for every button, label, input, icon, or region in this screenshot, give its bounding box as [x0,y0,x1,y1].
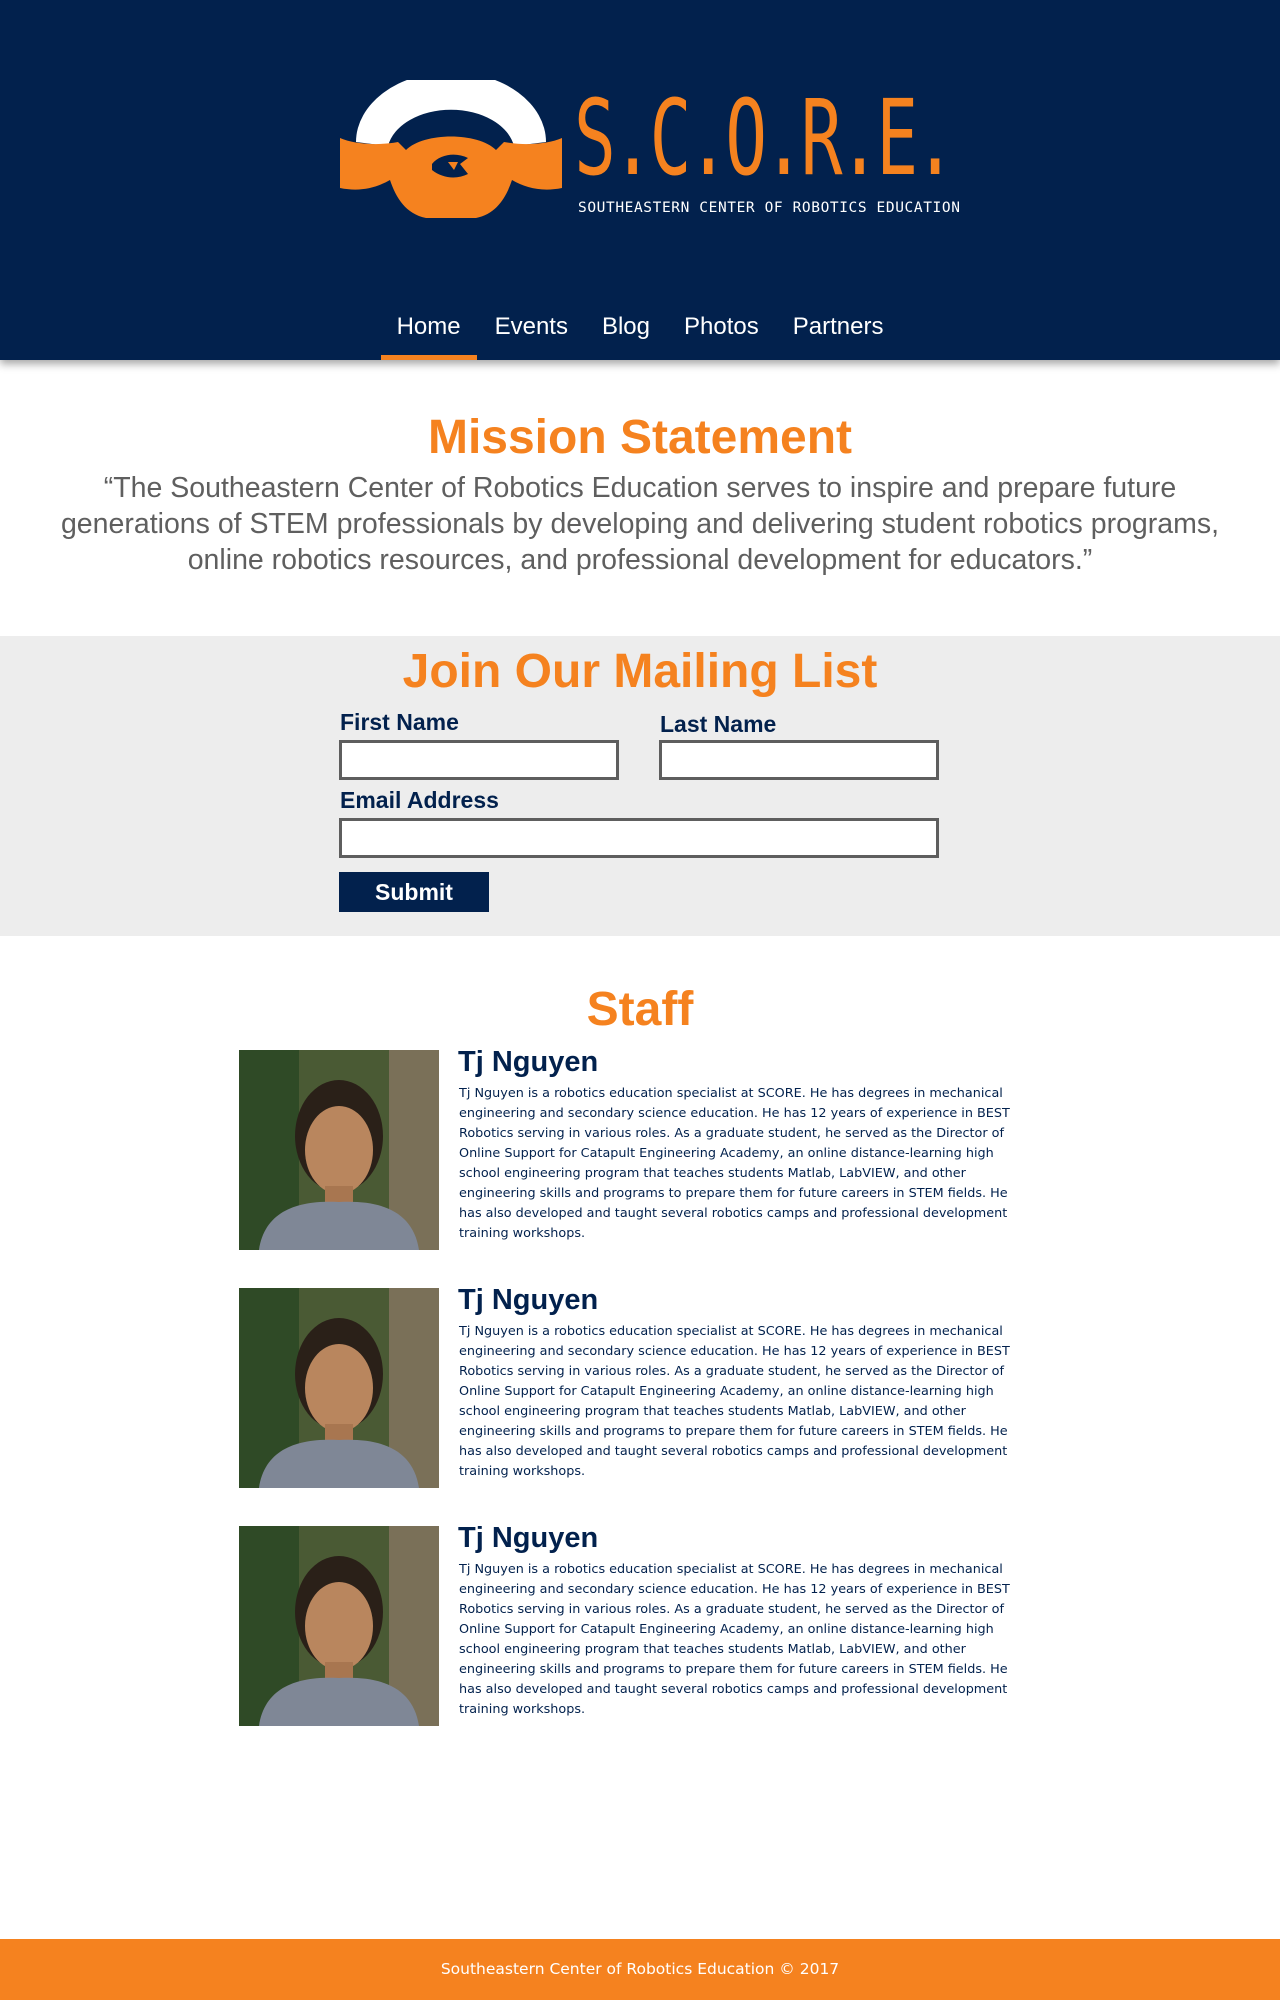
nav-item-events[interactable]: Events [479,300,584,360]
staff-bio: Tj Nguyen is a robotics education specia… [459,1324,1010,1479]
staff-bio: Tj Nguyen is a robotics education specia… [459,1562,1010,1717]
logo-subtitle: SOUTHEASTERN CENTER OF ROBOTICS EDUCATIO… [578,200,961,216]
nav-item-blog[interactable]: Blog [586,300,666,360]
staff-name: Tj Nguyen [458,1046,599,1078]
mission-title: Mission Statement [427,411,853,464]
nav-item-home[interactable]: Home [380,300,477,360]
last-name-label: Last Name [660,711,777,737]
staff-card: Tj Nguyen Tj Nguyen is a robotics educat… [239,1522,1039,1726]
last-name-input[interactable] [659,740,939,780]
staff-card: Tj Nguyen Tj Nguyen is a robotics educat… [239,1284,1039,1488]
nav-item-partners[interactable]: Partners [777,300,900,360]
mailing-list-title: Join Our Mailing List [402,645,878,698]
email-label: Email Address [340,787,499,813]
staff-name: Tj Nguyen [458,1522,599,1554]
nav-item-photos[interactable]: Photos [668,300,775,360]
email-input[interactable] [339,818,939,858]
staff-photo [239,1288,439,1488]
staff-name: Tj Nguyen [458,1284,599,1316]
submit-button[interactable]: Submit [339,872,489,912]
mission-text: “The Southeastern Center of Robotics Edu… [60,472,1220,576]
first-name-label: First Name [340,709,459,735]
staff-title: Staff [586,983,694,1036]
mailing-list-section: Join Our Mailing List First Name Last Na… [0,636,1280,936]
gear-logo-icon[interactable] [336,72,566,220]
staff-bio: Tj Nguyen is a robotics education specia… [459,1086,1010,1241]
site-footer: Southeastern Center of Robotics Educatio… [0,1939,1280,2000]
main-nav: Home Events Blog Photos Partners [0,300,1280,360]
score-logo-title: S.C.O.R.E. [574,77,958,199]
footer-copyright: Southeastern Center of Robotics Educatio… [440,1960,840,1978]
staff-photo [239,1526,439,1726]
staff-photo [239,1050,439,1250]
site-header: S.C.O.R.E. SOUTHEASTERN CENTER OF ROBOTI… [0,0,1280,360]
staff-card: Tj Nguyen Tj Nguyen is a robotics educat… [239,1046,1039,1250]
svg-text:S.C.O.R.E.: S.C.O.R.E. [574,80,952,190]
first-name-input[interactable] [339,740,619,780]
